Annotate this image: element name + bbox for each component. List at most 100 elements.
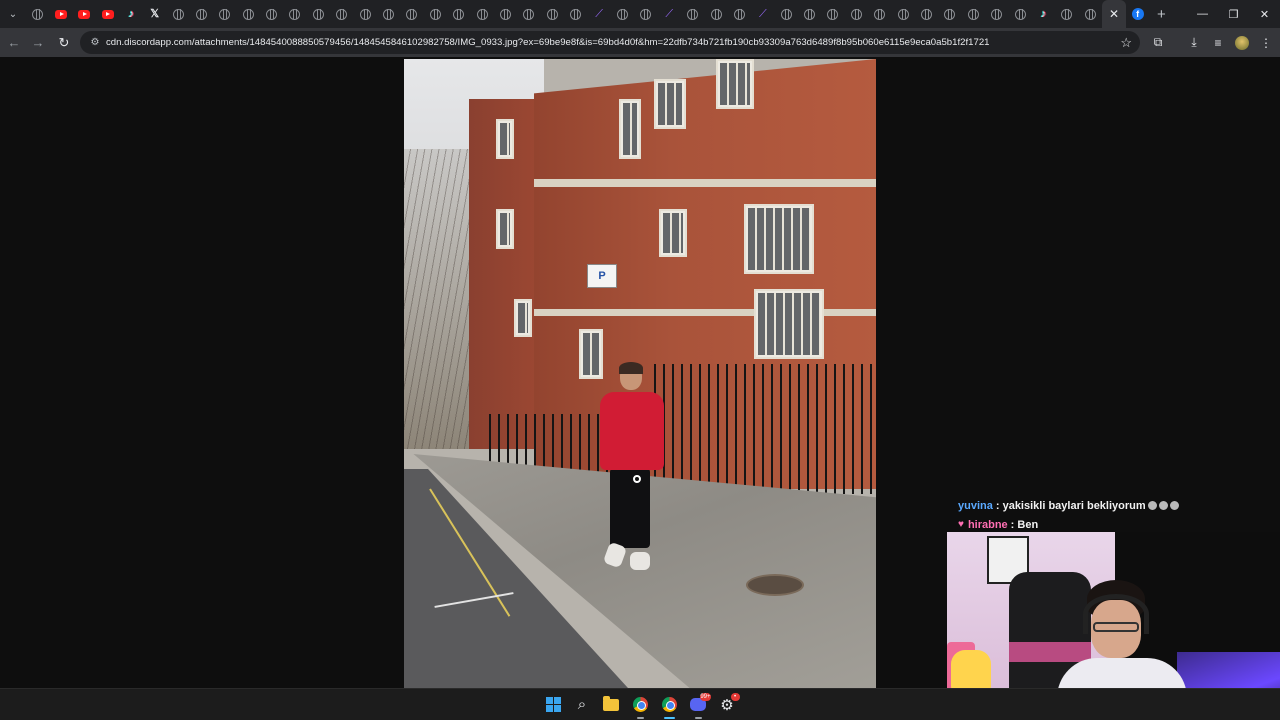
globe-icon bbox=[546, 8, 558, 20]
extensions-button[interactable]: ⧉ bbox=[1146, 31, 1170, 55]
browser-tab[interactable] bbox=[517, 0, 540, 28]
search-button[interactable]: ⌕ bbox=[568, 690, 597, 720]
browser-tab[interactable]: ♪ bbox=[1032, 0, 1055, 28]
browser-tab[interactable] bbox=[985, 0, 1008, 28]
browser-toolbar: ← → ↻ ⚙ cdn.discordapp.com/attachments/1… bbox=[0, 28, 1280, 57]
browser-tab[interactable] bbox=[681, 0, 704, 28]
downloads-button[interactable]: ⤓ bbox=[1182, 31, 1206, 55]
profile-button[interactable] bbox=[1230, 31, 1254, 55]
bookmark-star-button[interactable]: ☆ bbox=[1120, 35, 1132, 51]
browser-tab[interactable] bbox=[73, 0, 96, 28]
browser-tab[interactable] bbox=[470, 0, 493, 28]
browser-tab[interactable] bbox=[330, 0, 353, 28]
browser-tab[interactable] bbox=[377, 0, 400, 28]
browser-tab[interactable] bbox=[775, 0, 798, 28]
chrome-button[interactable] bbox=[626, 690, 655, 720]
browser-tab[interactable] bbox=[49, 0, 72, 28]
new-tab-button[interactable]: + bbox=[1149, 0, 1173, 28]
browser-tab[interactable] bbox=[915, 0, 938, 28]
start-button[interactable] bbox=[539, 690, 568, 720]
browser-tab[interactable] bbox=[307, 0, 330, 28]
globe-icon bbox=[921, 8, 933, 20]
puzzle-icon: ⧉ bbox=[1153, 35, 1163, 49]
window-controls: — ❐ ✕ bbox=[1187, 0, 1280, 28]
browser-tab[interactable] bbox=[237, 0, 260, 28]
chat-username: hirabne bbox=[967, 518, 1008, 531]
browser-tab[interactable] bbox=[260, 0, 283, 28]
browser-tab[interactable] bbox=[353, 0, 376, 28]
settings-button[interactable]: ⚙ • bbox=[713, 690, 742, 720]
browser-tab[interactable] bbox=[938, 0, 961, 28]
site-info-button[interactable]: ⚙ bbox=[84, 37, 106, 48]
browser-tab[interactable] bbox=[400, 0, 423, 28]
restore-button[interactable]: ❐ bbox=[1218, 0, 1249, 28]
url-text[interactable]: cdn.discordapp.com/attachments/148454008… bbox=[106, 37, 1106, 48]
arrow-left-icon: ← bbox=[7, 35, 21, 50]
browser-tab[interactable] bbox=[891, 0, 914, 28]
browser-tab[interactable] bbox=[611, 0, 634, 28]
globe-icon bbox=[266, 8, 278, 20]
globe-icon bbox=[242, 8, 254, 20]
browser-tab[interactable]: ⟋ bbox=[587, 0, 610, 28]
browser-tab[interactable]: ♪ bbox=[120, 0, 143, 28]
browser-tab[interactable] bbox=[283, 0, 306, 28]
chrome-icon bbox=[661, 697, 677, 712]
kebab-menu-icon: ⋮ bbox=[1260, 35, 1272, 50]
browser-tab[interactable] bbox=[845, 0, 868, 28]
browser-tab[interactable] bbox=[704, 0, 727, 28]
browser-tab[interactable]: ⟋ bbox=[751, 0, 774, 28]
playlist-icon: ≡ bbox=[1214, 35, 1222, 50]
browser-menu-button[interactable]: ⋮ bbox=[1254, 31, 1278, 55]
globe-icon bbox=[804, 8, 816, 20]
browser-tab[interactable]: f bbox=[1126, 0, 1149, 28]
minimize-button[interactable]: — bbox=[1187, 0, 1218, 28]
tab-active[interactable]: ✕ bbox=[1101, 0, 1126, 28]
browser-tab[interactable]: 𝕏 bbox=[143, 0, 166, 28]
window-close-button[interactable]: ✕ bbox=[1249, 0, 1280, 28]
back-button[interactable]: ← bbox=[2, 31, 26, 55]
globe-icon bbox=[336, 8, 348, 20]
chrome-button-2[interactable] bbox=[655, 690, 684, 720]
browser-tab[interactable] bbox=[1055, 0, 1078, 28]
file-explorer-button[interactable] bbox=[597, 690, 626, 720]
browser-tab[interactable]: ⟋ bbox=[658, 0, 681, 28]
browser-tab[interactable] bbox=[634, 0, 657, 28]
street-photo[interactable]: P bbox=[404, 59, 876, 688]
browser-tab[interactable] bbox=[962, 0, 985, 28]
browser-tab[interactable] bbox=[96, 0, 119, 28]
browser-tab[interactable] bbox=[1008, 0, 1031, 28]
address-bar[interactable]: ⚙ cdn.discordapp.com/attachments/1484540… bbox=[80, 31, 1140, 54]
browser-tab[interactable] bbox=[1079, 0, 1102, 28]
media-controls-button[interactable]: ≡ bbox=[1206, 31, 1230, 55]
forward-button[interactable]: → bbox=[26, 31, 50, 55]
person-pants bbox=[610, 468, 650, 548]
browser-tab[interactable] bbox=[26, 0, 49, 28]
discord-button[interactable]: 99+ bbox=[684, 690, 713, 720]
browser-tab[interactable] bbox=[868, 0, 891, 28]
globe-icon bbox=[710, 8, 722, 20]
photo-railing bbox=[654, 364, 876, 494]
globe-icon bbox=[1061, 8, 1073, 20]
browser-tab[interactable] bbox=[166, 0, 189, 28]
close-icon[interactable]: ✕ bbox=[1109, 7, 1119, 21]
photo-window bbox=[619, 99, 641, 159]
tab-search-button[interactable]: ⌄ bbox=[0, 0, 26, 28]
globe-icon bbox=[500, 8, 511, 20]
chat-message: yuvina: yakisikli baylari bekliyorum bbox=[958, 496, 1258, 515]
browser-tab[interactable] bbox=[798, 0, 821, 28]
browser-tab[interactable] bbox=[494, 0, 517, 28]
windows-taskbar: ⌕ 99+ ⚙ • bbox=[0, 688, 1280, 720]
browser-tab[interactable] bbox=[541, 0, 564, 28]
browser-tab[interactable] bbox=[213, 0, 236, 28]
streamer-headset bbox=[1083, 594, 1149, 634]
browser-tab[interactable] bbox=[821, 0, 844, 28]
browser-tab[interactable] bbox=[447, 0, 470, 28]
browser-tab[interactable] bbox=[190, 0, 213, 28]
browser-tab[interactable] bbox=[728, 0, 751, 28]
reload-button[interactable]: ↻ bbox=[52, 31, 76, 55]
notification-badge: • bbox=[730, 692, 740, 701]
browser-tab[interactable] bbox=[564, 0, 587, 28]
browser-tab[interactable] bbox=[424, 0, 447, 28]
emote-icon bbox=[1158, 501, 1168, 510]
globe-icon bbox=[616, 8, 628, 20]
